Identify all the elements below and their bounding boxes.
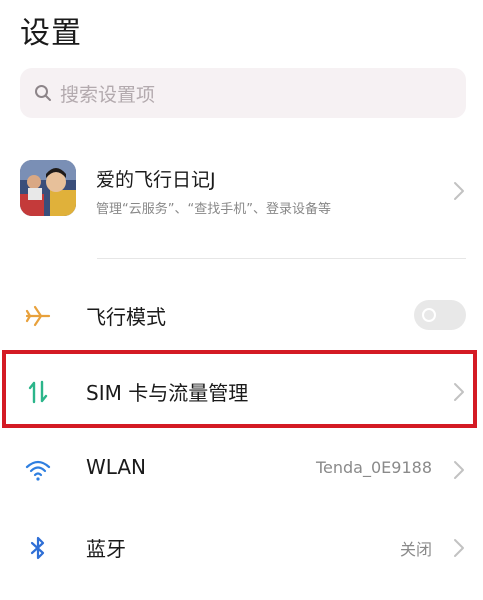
settings-item-wlan[interactable]: WLAN Tenda_0E9188 bbox=[20, 442, 466, 498]
account-subtitle: 管理“云服务”、“查找手机”、登录设备等 bbox=[96, 202, 331, 217]
chevron-right-icon bbox=[454, 182, 464, 200]
avatar[interactable] bbox=[20, 160, 76, 216]
search-icon bbox=[35, 85, 51, 101]
settings-item-label: 蓝牙 bbox=[86, 537, 126, 561]
search-bar[interactable]: 搜索设置项 bbox=[20, 68, 466, 118]
settings-item-label: WLAN bbox=[86, 455, 147, 479]
bluetooth-icon bbox=[30, 536, 45, 560]
toggle-knob bbox=[422, 308, 436, 322]
settings-item-label: 飞行模式 bbox=[86, 305, 166, 329]
highlight-annotation bbox=[2, 350, 477, 428]
wifi-icon bbox=[25, 460, 51, 481]
chevron-right-icon bbox=[454, 461, 464, 479]
settings-item-bluetooth[interactable]: 蓝牙 关闭 bbox=[20, 520, 466, 576]
divider bbox=[97, 258, 466, 259]
account-row[interactable]: 爱的飞行日记J 管理“云服务”、“查找手机”、登录设备等 bbox=[20, 160, 466, 222]
bluetooth-status: 关闭 bbox=[399, 540, 432, 559]
search-placeholder: 搜索设置项 bbox=[60, 83, 156, 106]
account-name: 爱的飞行日记J bbox=[96, 169, 216, 191]
wlan-network-name: Tenda_0E9188 bbox=[315, 458, 432, 477]
airplane-mode-toggle[interactable] bbox=[414, 300, 466, 330]
chevron-right-icon bbox=[454, 539, 464, 557]
avatar-image bbox=[20, 160, 76, 216]
settings-item-airplane-mode[interactable]: 飞行模式 bbox=[20, 288, 466, 344]
page-title: 设置 bbox=[20, 16, 82, 51]
airplane-icon bbox=[25, 305, 51, 327]
